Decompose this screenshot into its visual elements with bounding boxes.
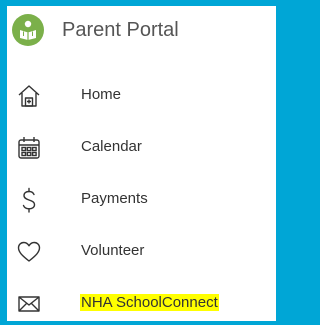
sidebar-item-label: Calendar xyxy=(81,138,142,155)
sidebar-item-volunteer[interactable]: Volunteer xyxy=(7,229,276,273)
sidebar-item-label: Payments xyxy=(81,190,148,207)
sidebar-item-home[interactable]: Home xyxy=(7,73,276,117)
sidebar-item-label: NHA SchoolConnect xyxy=(80,294,219,311)
home-icon xyxy=(16,83,42,109)
portal-header: Parent Portal xyxy=(7,6,276,56)
envelope-icon xyxy=(16,291,42,317)
reading-child-icon xyxy=(12,14,44,46)
sidebar-item-label: Volunteer xyxy=(81,242,145,259)
sidebar-item-nha-schoolconnect[interactable]: NHA SchoolConnect xyxy=(7,281,276,325)
sidebar-item-calendar[interactable]: Calendar xyxy=(7,125,276,169)
sidebar-panel: Parent Portal Home Calendar Payments Vol… xyxy=(7,6,276,321)
sidebar-item-label: Home xyxy=(81,86,122,103)
sidebar-item-payments[interactable]: Payments xyxy=(7,177,276,221)
dollar-icon xyxy=(16,187,42,213)
calendar-icon xyxy=(16,135,42,161)
page-title: Parent Portal xyxy=(62,19,179,41)
heart-icon xyxy=(16,239,42,265)
